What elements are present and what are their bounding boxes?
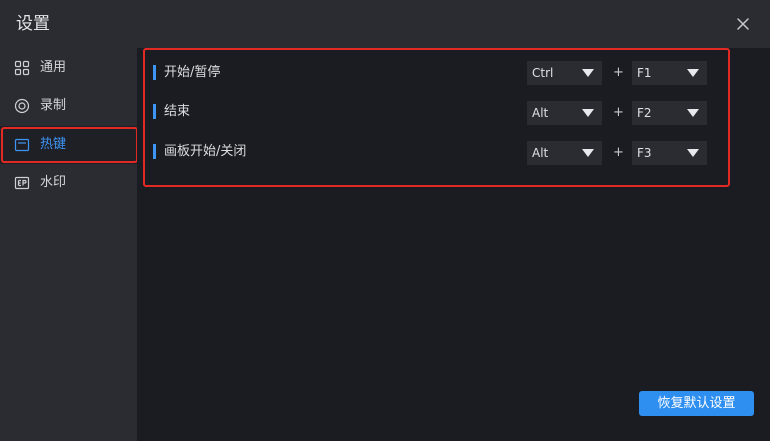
caret-down-icon — [687, 69, 699, 77]
key-select[interactable]: F3 — [632, 141, 707, 165]
caret-down-icon — [582, 69, 594, 77]
modifier-select[interactable]: Alt — [527, 101, 602, 125]
plus-sign: + — [613, 145, 624, 160]
window-title: 设置 — [16, 14, 50, 34]
row-accent-bar — [153, 65, 156, 80]
hotkey-row-stop: 结束 Alt + F2 — [150, 97, 710, 127]
caret-down-icon — [687, 149, 699, 157]
caret-down-icon — [687, 109, 699, 117]
modifier-select[interactable]: Alt — [527, 141, 602, 165]
grid-icon — [14, 60, 30, 76]
hotkey-row-start-pause: 开始/暂停 Ctrl + F1 — [150, 58, 710, 88]
modifier-value: Alt — [532, 106, 549, 120]
plus-sign: + — [613, 105, 624, 120]
record-icon — [14, 98, 30, 114]
watermark-icon — [14, 175, 30, 191]
hotkey-row-whiteboard: 画板开始/关闭 Alt + F3 — [150, 137, 710, 167]
key-value: F2 — [637, 106, 652, 120]
row-accent-bar — [153, 144, 156, 159]
key-value: F3 — [637, 146, 652, 160]
sidebar-item-hotkeys[interactable]: 热键 — [0, 126, 137, 164]
sidebar-item-record[interactable]: 录制 — [0, 87, 137, 125]
hotkey-name: 开始/暂停 — [164, 65, 221, 80]
caret-down-icon — [582, 109, 594, 117]
close-icon[interactable] — [733, 14, 753, 34]
sidebar-item-watermark[interactable]: 水印 — [0, 164, 137, 202]
hotkey-name: 画板开始/关闭 — [164, 144, 247, 159]
plus-sign: + — [613, 65, 624, 80]
row-accent-bar — [153, 104, 156, 119]
key-select[interactable]: F1 — [632, 61, 707, 85]
sidebar-item-general[interactable]: 通用 — [0, 49, 137, 87]
sidebar-item-label: 通用 — [40, 60, 67, 75]
key-select[interactable]: F2 — [632, 101, 707, 125]
sidebar: 通用 录制 热键 水印 — [0, 48, 137, 441]
sidebar-item-label: 水印 — [40, 175, 67, 190]
caret-down-icon — [582, 149, 594, 157]
modifier-value: Alt — [532, 146, 549, 160]
keyboard-icon — [14, 137, 30, 153]
sidebar-item-label: 录制 — [40, 98, 67, 113]
hotkey-name: 结束 — [164, 104, 191, 119]
modifier-select[interactable]: Ctrl — [527, 61, 602, 85]
title-bar: 设置 — [0, 0, 770, 48]
key-value: F1 — [637, 66, 652, 80]
restore-defaults-button[interactable]: 恢复默认设置 — [639, 391, 754, 416]
modifier-value: Ctrl — [532, 66, 554, 80]
sidebar-item-label: 热键 — [40, 137, 67, 152]
